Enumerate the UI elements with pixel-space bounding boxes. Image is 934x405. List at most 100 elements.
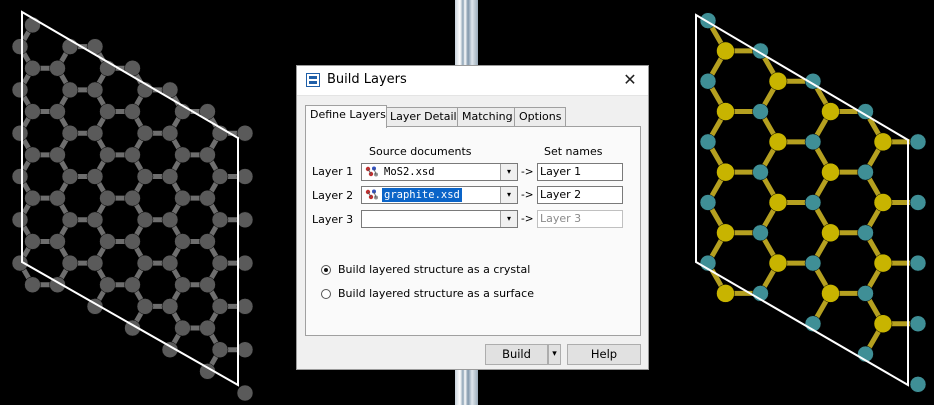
build-dropdown-button[interactable]: ▾ — [548, 344, 561, 365]
carbon-atom — [49, 60, 66, 77]
carbon-atom — [61, 124, 79, 142]
structure-document-icon — [365, 166, 378, 177]
chevron-down-icon[interactable]: ▾ — [500, 211, 517, 227]
structure-document-icon — [365, 189, 378, 200]
molybdenum-atom — [699, 72, 717, 90]
molybdenum-atom — [909, 133, 927, 151]
carbon-atom — [136, 298, 154, 315]
tab-define-layers[interactable]: Define Layers — [305, 105, 387, 128]
dialog-title: Build Layers — [327, 72, 407, 87]
sulfur-atom — [821, 223, 840, 243]
source-documents-header: Source documents — [369, 145, 472, 158]
molybdenum-atom — [804, 194, 822, 211]
sulfur-atom — [873, 193, 893, 212]
carbon-atom — [124, 103, 141, 120]
surface-option-label[interactable]: Build layered structure as a surface — [338, 287, 534, 300]
chevron-down-icon[interactable]: ▾ — [500, 187, 517, 203]
carbon-atom — [11, 38, 29, 55]
carbon-atom — [11, 81, 29, 99]
sulfur-atom — [821, 284, 840, 303]
carbon-atom — [199, 233, 216, 250]
close-icon[interactable]: ✕ — [620, 70, 640, 90]
carbon-atom — [161, 298, 179, 315]
carbon-atom — [199, 146, 216, 164]
surface-radio-button[interactable] — [321, 289, 331, 299]
carbon-atom — [236, 341, 254, 358]
chevron-down-icon[interactable]: ▾ — [500, 164, 517, 180]
carbon-atom — [236, 384, 254, 402]
layer-1-set-name-input[interactable]: Layer 1 — [537, 163, 623, 181]
carbon-atom — [211, 341, 229, 358]
carbon-atom — [161, 211, 179, 229]
layer-3-arrow: -> — [521, 213, 534, 225]
carbon-atom — [161, 168, 179, 185]
dialog-titlebar[interactable]: Build Layers ✕ — [297, 66, 648, 96]
tab-options[interactable]: Options — [514, 107, 566, 127]
sulfur-atom — [768, 132, 788, 152]
layer-3-set-name-input[interactable]: Layer 3 — [537, 210, 623, 228]
molybdenum-atom — [909, 315, 927, 332]
sulfur-atom — [716, 102, 735, 121]
carbon-atom — [236, 124, 254, 142]
carbon-atom — [136, 254, 154, 272]
sulfur-atom — [768, 193, 788, 212]
crystal-option-label[interactable]: Build layered structure as a crystal — [338, 263, 530, 276]
molybdenum-atom — [909, 194, 927, 211]
molybdenum-atom — [909, 254, 927, 272]
sulfur-atom — [873, 132, 893, 152]
crystal-radio-button[interactable] — [321, 265, 331, 275]
carbon-atom — [124, 189, 141, 207]
tab-matching[interactable]: Matching — [457, 107, 516, 127]
carbon-atom — [24, 103, 41, 120]
carbon-atom — [174, 146, 191, 164]
carbon-atom — [136, 168, 154, 185]
sulfur-atom — [821, 102, 840, 121]
help-button[interactable]: Help — [567, 344, 641, 365]
carbon-atom — [99, 189, 116, 207]
sulfur-atom — [716, 223, 735, 243]
carbon-atom — [124, 146, 141, 164]
molybdenum-atom — [909, 376, 927, 393]
layer-3-document-select[interactable]: ▾ — [361, 210, 518, 228]
carbon-atom — [211, 254, 229, 272]
molybdenum-atom — [699, 194, 717, 211]
carbon-atom — [99, 146, 116, 164]
sulfur-atom — [716, 162, 735, 182]
carbon-atom — [61, 168, 79, 185]
carbon-atom — [174, 189, 191, 207]
carbon-atom — [24, 60, 41, 77]
molybdenum-atom — [752, 163, 769, 181]
carbon-atom — [24, 146, 41, 164]
carbon-atom — [199, 276, 216, 294]
carbon-atom — [49, 146, 66, 164]
carbon-atom — [24, 276, 41, 294]
carbon-atom — [211, 298, 229, 315]
carbon-atom — [99, 276, 116, 294]
molybdenum-atom — [752, 103, 769, 120]
molybdenum-atom — [857, 285, 874, 302]
build-button[interactable]: Build — [485, 344, 548, 365]
carbon-atom — [24, 189, 41, 207]
layer-1-document-select[interactable]: MoS2.xsd ▾ — [361, 163, 518, 181]
carbon-atom — [49, 189, 66, 207]
carbon-atom — [236, 298, 254, 315]
layer-2-arrow: -> — [521, 189, 534, 201]
layer-2-label: Layer 2 — [312, 189, 354, 202]
carbon-atom — [86, 81, 104, 99]
carbon-atom — [161, 254, 179, 272]
carbon-atom — [61, 254, 79, 272]
sulfur-atom — [873, 314, 893, 333]
carbon-atom — [24, 233, 41, 250]
sulfur-atom — [716, 41, 735, 61]
layer-1-document-value: MoS2.xsd — [384, 166, 435, 178]
tab-layer-details[interactable]: Layer Details — [385, 107, 462, 127]
layer-2-document-select[interactable]: graphite.xsd ▾ — [361, 186, 518, 204]
carbon-atom — [174, 276, 191, 294]
carbon-atom — [61, 211, 79, 229]
carbon-atom — [11, 168, 29, 185]
carbon-atom — [236, 211, 254, 229]
carbon-atom — [11, 211, 29, 229]
layer-2-set-name-input[interactable]: Layer 2 — [537, 186, 623, 204]
molybdenum-atom — [857, 224, 874, 242]
carbon-atom — [136, 124, 154, 142]
